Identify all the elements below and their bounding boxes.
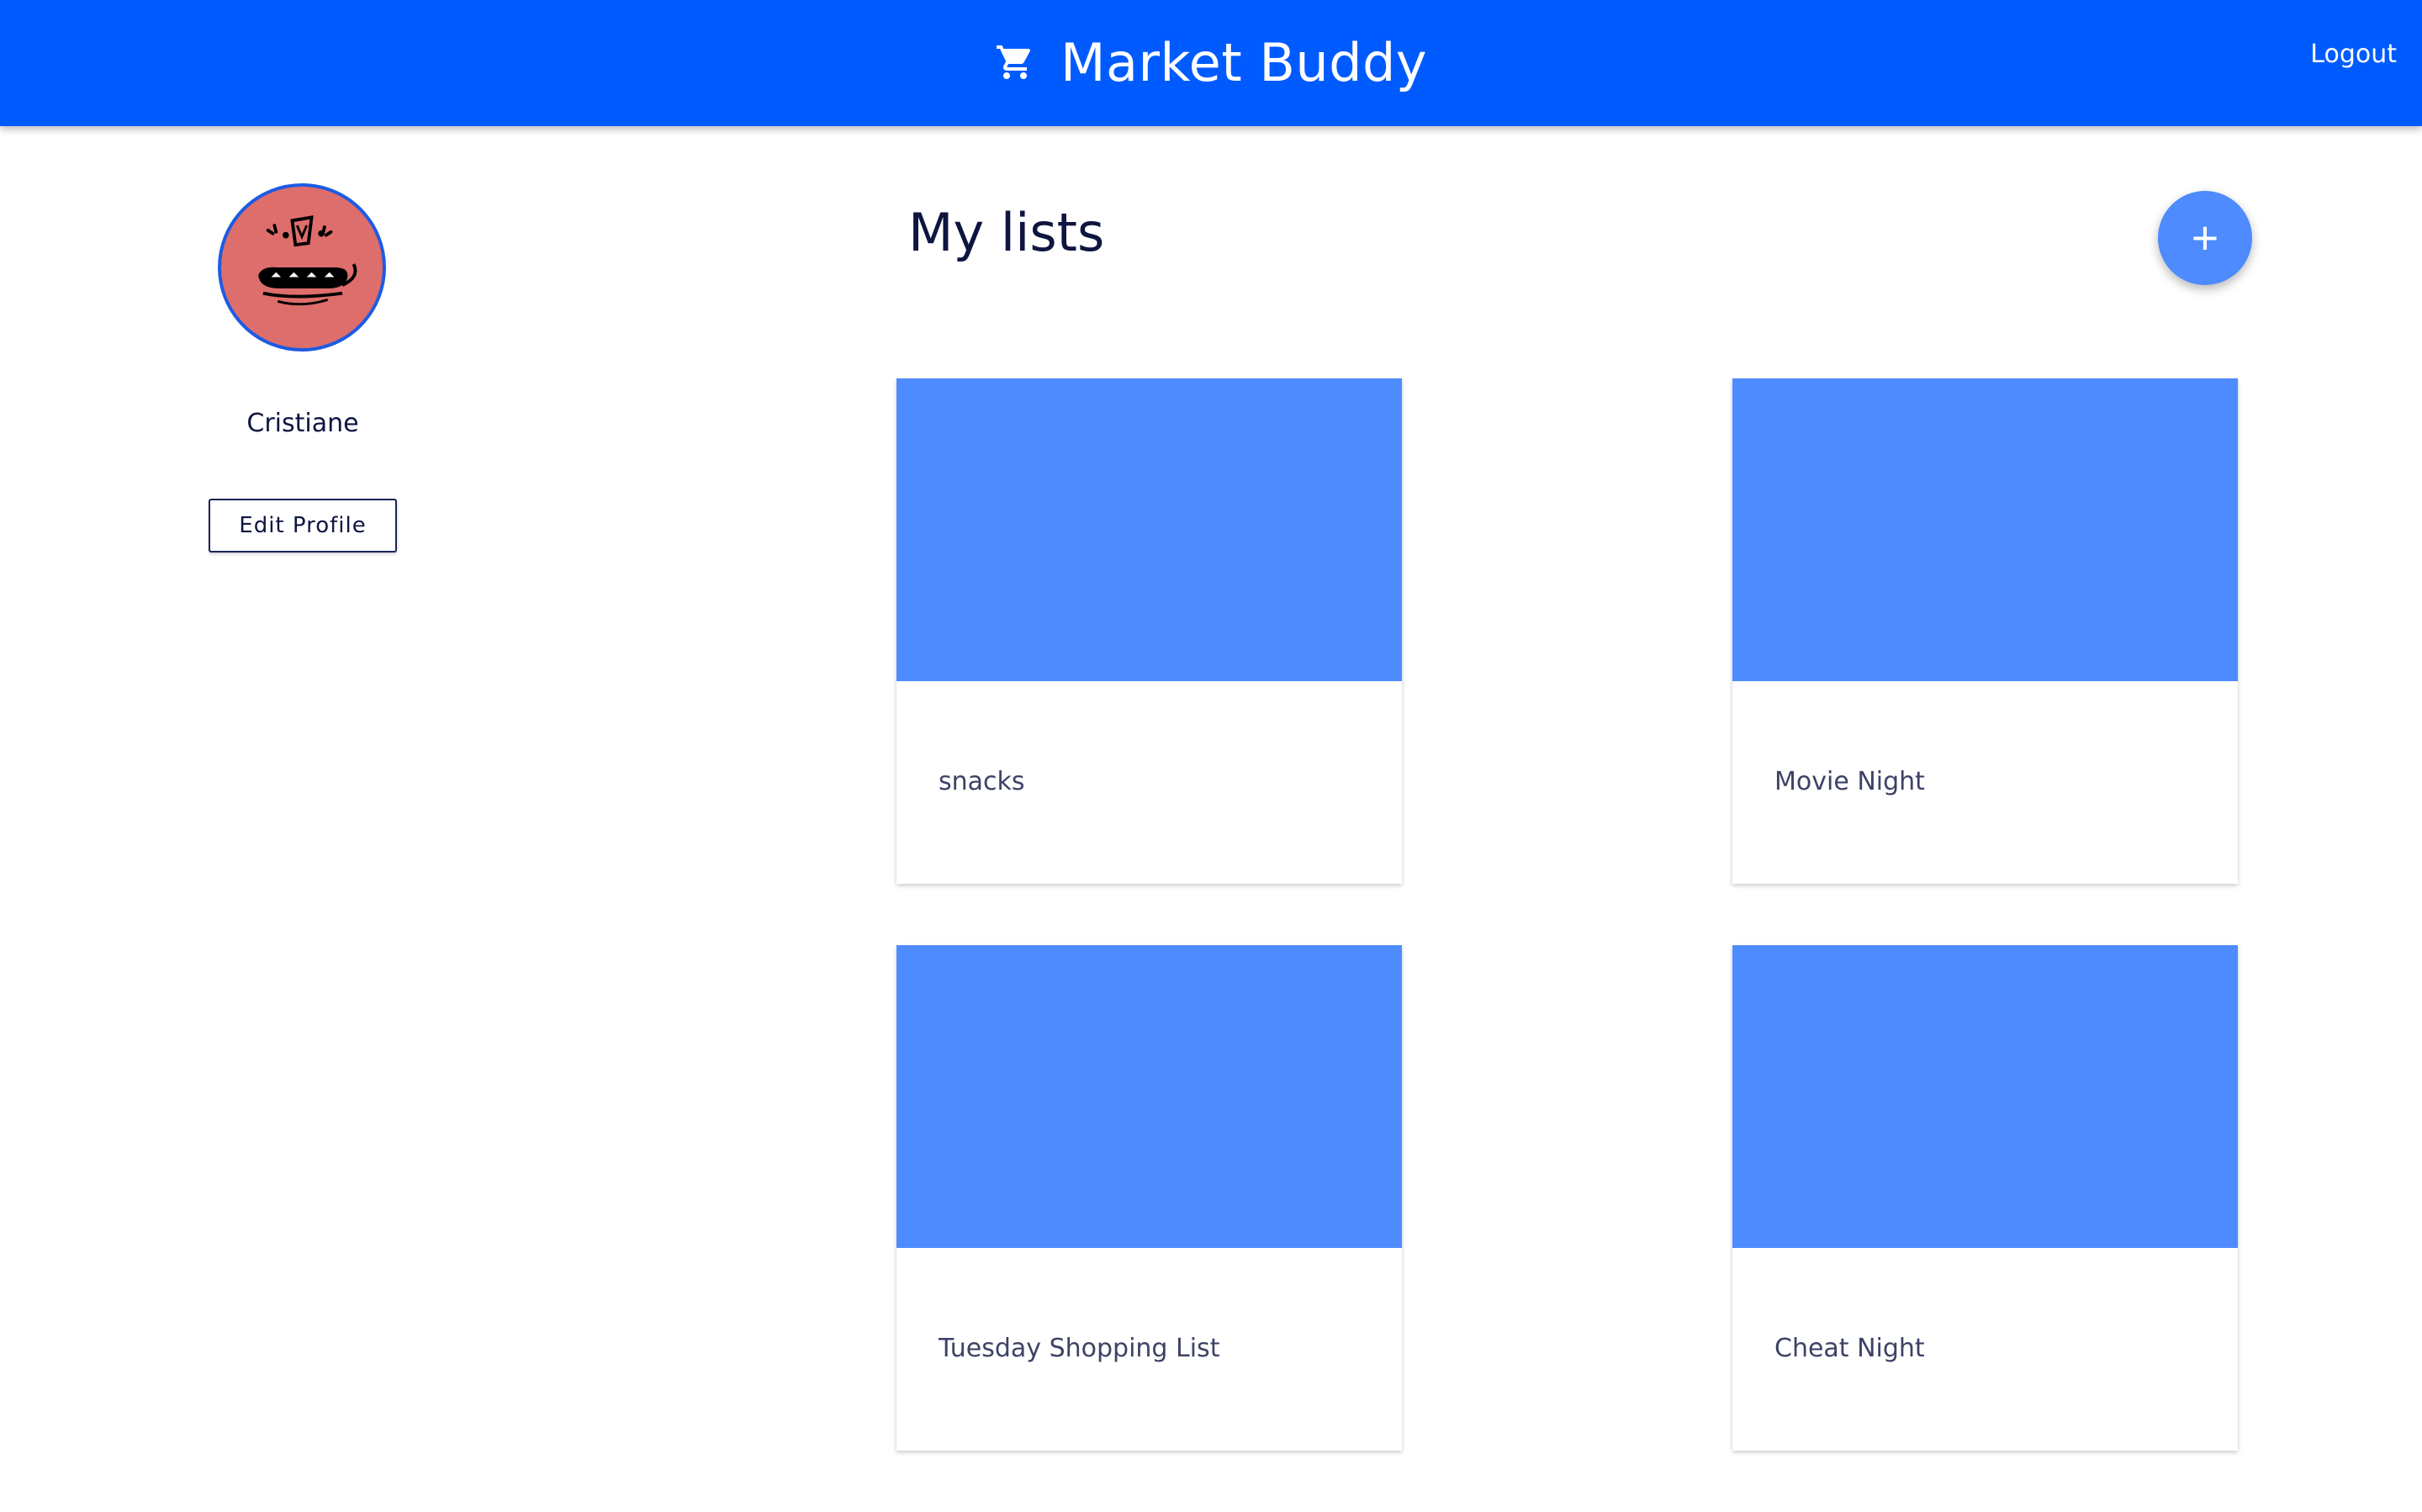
top-navbar: Market Buddy Logout (0, 0, 2422, 126)
avatar (218, 183, 386, 352)
list-card[interactable]: Tuesday Shopping List (896, 945, 1402, 1451)
edit-profile-button[interactable]: Edit Profile (209, 499, 397, 552)
list-card-image (896, 378, 1402, 681)
list-card-name: Movie Night (1774, 767, 1925, 796)
list-card-name: Tuesday Shopping List (939, 1334, 1220, 1363)
monster-avatar-icon (258, 215, 357, 306)
username: Cristiane (246, 409, 359, 438)
list-card-name: snacks (939, 767, 1025, 796)
brand[interactable]: Market Buddy (995, 20, 1427, 104)
list-card-image (896, 945, 1402, 1248)
list-card[interactable]: Movie Night (1732, 378, 2238, 884)
app-title: Market Buddy (1060, 31, 1428, 93)
add-list-button[interactable]: + (2158, 191, 2252, 285)
logout-link[interactable]: Logout (2310, 34, 2397, 76)
list-card[interactable]: snacks (896, 378, 1402, 884)
page-title: My lists (908, 202, 1105, 263)
list-card-image (1732, 378, 2238, 681)
shopping-cart-icon (997, 45, 1031, 79)
list-card-image (1732, 945, 2238, 1248)
list-card[interactable]: Cheat Night (1732, 945, 2238, 1451)
list-card-name: Cheat Night (1774, 1334, 1925, 1363)
